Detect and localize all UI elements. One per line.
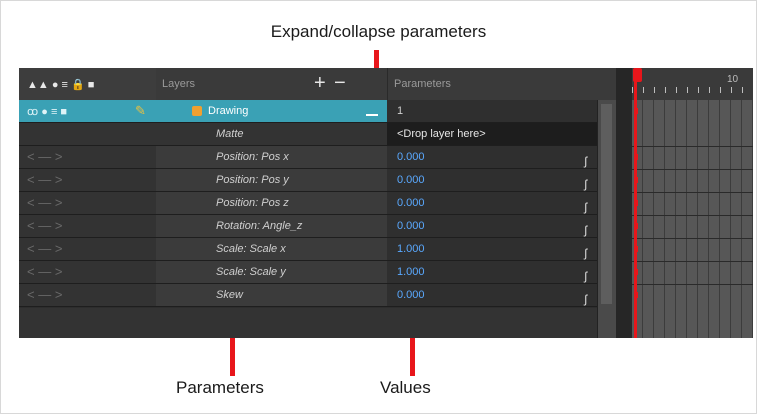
parameter-nav[interactable]: < — >: [19, 215, 156, 238]
add-layer-icon[interactable]: +: [314, 72, 326, 95]
matte-drop-field[interactable]: <Drop layer here>: [387, 123, 597, 146]
parameter-value[interactable]: 0.000 ʃ: [387, 146, 597, 169]
parameter-nav-arrows[interactable]: < — >: [27, 218, 62, 233]
layers-label: Layers: [162, 78, 196, 90]
callout-values: Values: [380, 378, 431, 397]
callout-expand-collapse: Expand/collapse parameters: [270, 22, 487, 41]
timeline-row-divider: [632, 238, 753, 239]
matte-label: Matte: [156, 123, 387, 146]
matte-toggles: [19, 123, 156, 146]
frame-number: 10: [727, 74, 739, 85]
parameter-row[interactable]: < — > Position: Pos y 0.000 ʃ: [19, 169, 597, 192]
remove-layer-icon[interactable]: −: [334, 72, 346, 95]
parameter-row[interactable]: < — > Position: Pos z 0.000 ʃ: [19, 192, 597, 215]
parameter-value[interactable]: 0.000 ʃ: [387, 215, 597, 238]
parameter-value-text[interactable]: 0.000: [397, 197, 425, 209]
function-curve-icon[interactable]: ʃ: [584, 288, 587, 310]
parameter-nav[interactable]: < — >: [19, 284, 156, 307]
timeline-ruler[interactable]: 10: [632, 68, 753, 100]
parameter-row[interactable]: < — > Scale: Scale x 1.000 ʃ: [19, 238, 597, 261]
keyframe-marker[interactable]: [634, 154, 638, 160]
layer-toggle-icons[interactable]: ꝏ ● ≡ ■: [27, 106, 67, 118]
parameter-nav[interactable]: < — >: [19, 238, 156, 261]
parameter-label: Scale: Scale x: [156, 238, 387, 261]
panel-gap: [616, 68, 632, 338]
parameter-nav-arrows[interactable]: < — >: [27, 287, 62, 302]
timeline-row-divider: [632, 284, 753, 285]
layers-column-header: Layers + −: [156, 68, 387, 100]
keyframe-marker[interactable]: [634, 177, 638, 183]
keyframe-marker[interactable]: [634, 223, 638, 229]
parameter-nav-arrows[interactable]: < — >: [27, 264, 62, 279]
parameter-value[interactable]: 0.000 ʃ: [387, 169, 597, 192]
parameter-value-text[interactable]: 0.000: [397, 220, 425, 232]
parameter-label: Rotation: Angle_z: [156, 215, 387, 238]
header-toggles[interactable]: ▲▲ ● ≡ 🔒 ■: [27, 78, 94, 91]
keyframe-marker[interactable]: [634, 269, 638, 275]
timeline-area[interactable]: 10: [632, 68, 753, 338]
parameter-nav-arrows[interactable]: < — >: [27, 195, 62, 210]
parameter-label: Position: Pos y: [156, 169, 387, 192]
drawing-layer-icon: [192, 106, 202, 116]
parameter-value-text[interactable]: 0.000: [397, 151, 425, 163]
parameter-nav-arrows[interactable]: < — >: [27, 149, 62, 164]
callout-line-parameters: [230, 338, 235, 376]
parameter-value[interactable]: 1.000 ʃ: [387, 261, 597, 284]
parameter-value[interactable]: 0.000 ʃ: [387, 284, 597, 307]
parameter-value-text[interactable]: 0.000: [397, 289, 425, 301]
parameter-value[interactable]: 0.000 ʃ: [387, 192, 597, 215]
parameter-row[interactable]: < — > Skew 0.000 ʃ: [19, 284, 597, 307]
layer-toggles[interactable]: ꝏ ● ≡ ■ ✎: [19, 100, 156, 123]
parameter-nav[interactable]: < — >: [19, 146, 156, 169]
parameter-label: Position: Pos z: [156, 192, 387, 215]
keyframe-marker[interactable]: [634, 200, 638, 206]
parameter-nav-arrows[interactable]: < — >: [27, 172, 62, 187]
parameter-nav[interactable]: < — >: [19, 169, 156, 192]
parameter-label: Skew: [156, 284, 387, 307]
empty-row: [19, 308, 597, 338]
layer-name-cell[interactable]: Drawing: [156, 100, 387, 123]
ruler-ticks: [632, 87, 753, 93]
parameter-label: Scale: Scale y: [156, 261, 387, 284]
parameter-nav[interactable]: < — >: [19, 192, 156, 215]
parameter-nav-arrows[interactable]: < — >: [27, 241, 62, 256]
layer-header: ▲▲ ● ≡ 🔒 ■: [19, 68, 156, 100]
timeline-row-divider: [632, 261, 753, 262]
timeline-panel: ▲▲ ● ≡ 🔒 ■ Layers + − Parameters ꝏ ● ≡ ■…: [19, 68, 753, 338]
parameters-column-header: Parameters: [387, 68, 616, 100]
keyframe-marker[interactable]: [634, 108, 638, 114]
keyframe-marker[interactable]: [634, 246, 638, 252]
callout-parameters: Parameters: [176, 378, 264, 397]
parameter-value-text[interactable]: 1.000: [397, 243, 425, 255]
layer-value-cell[interactable]: 1: [387, 100, 597, 123]
parameter-value[interactable]: 1.000 ʃ: [387, 238, 597, 261]
timeline-row-divider: [632, 215, 753, 216]
layer-name: Drawing: [208, 105, 249, 117]
playhead-handle[interactable]: [633, 68, 642, 82]
parameter-row[interactable]: < — > Scale: Scale y 1.000 ʃ: [19, 261, 597, 284]
pencil-icon[interactable]: ✎: [135, 100, 146, 122]
scrollbar-thumb[interactable]: [601, 104, 612, 304]
parameter-value-text[interactable]: 1.000: [397, 266, 425, 278]
parameter-nav[interactable]: < — >: [19, 261, 156, 284]
vertical-scrollbar[interactable]: [597, 100, 616, 338]
parameter-row[interactable]: < — > Position: Pos x 0.000 ʃ: [19, 146, 597, 169]
parameter-row[interactable]: < — > Rotation: Angle_z 0.000 ʃ: [19, 215, 597, 238]
parameter-value-text[interactable]: 0.000: [397, 174, 425, 186]
timeline-row-divider: [632, 169, 753, 170]
matte-row: Matte <Drop layer here>: [19, 123, 597, 146]
timeline-row-divider: [632, 192, 753, 193]
layer-row-drawing[interactable]: ꝏ ● ≡ ■ ✎ Drawing 1: [19, 100, 597, 123]
timeline-cells[interactable]: [632, 100, 753, 338]
timeline-row-divider: [632, 146, 753, 147]
callout-line-values: [410, 338, 415, 376]
collapse-parameters-button[interactable]: [364, 108, 380, 122]
parameters-header-label: Parameters: [394, 78, 451, 90]
parameter-label: Position: Pos x: [156, 146, 387, 169]
keyframe-marker[interactable]: [634, 292, 638, 298]
